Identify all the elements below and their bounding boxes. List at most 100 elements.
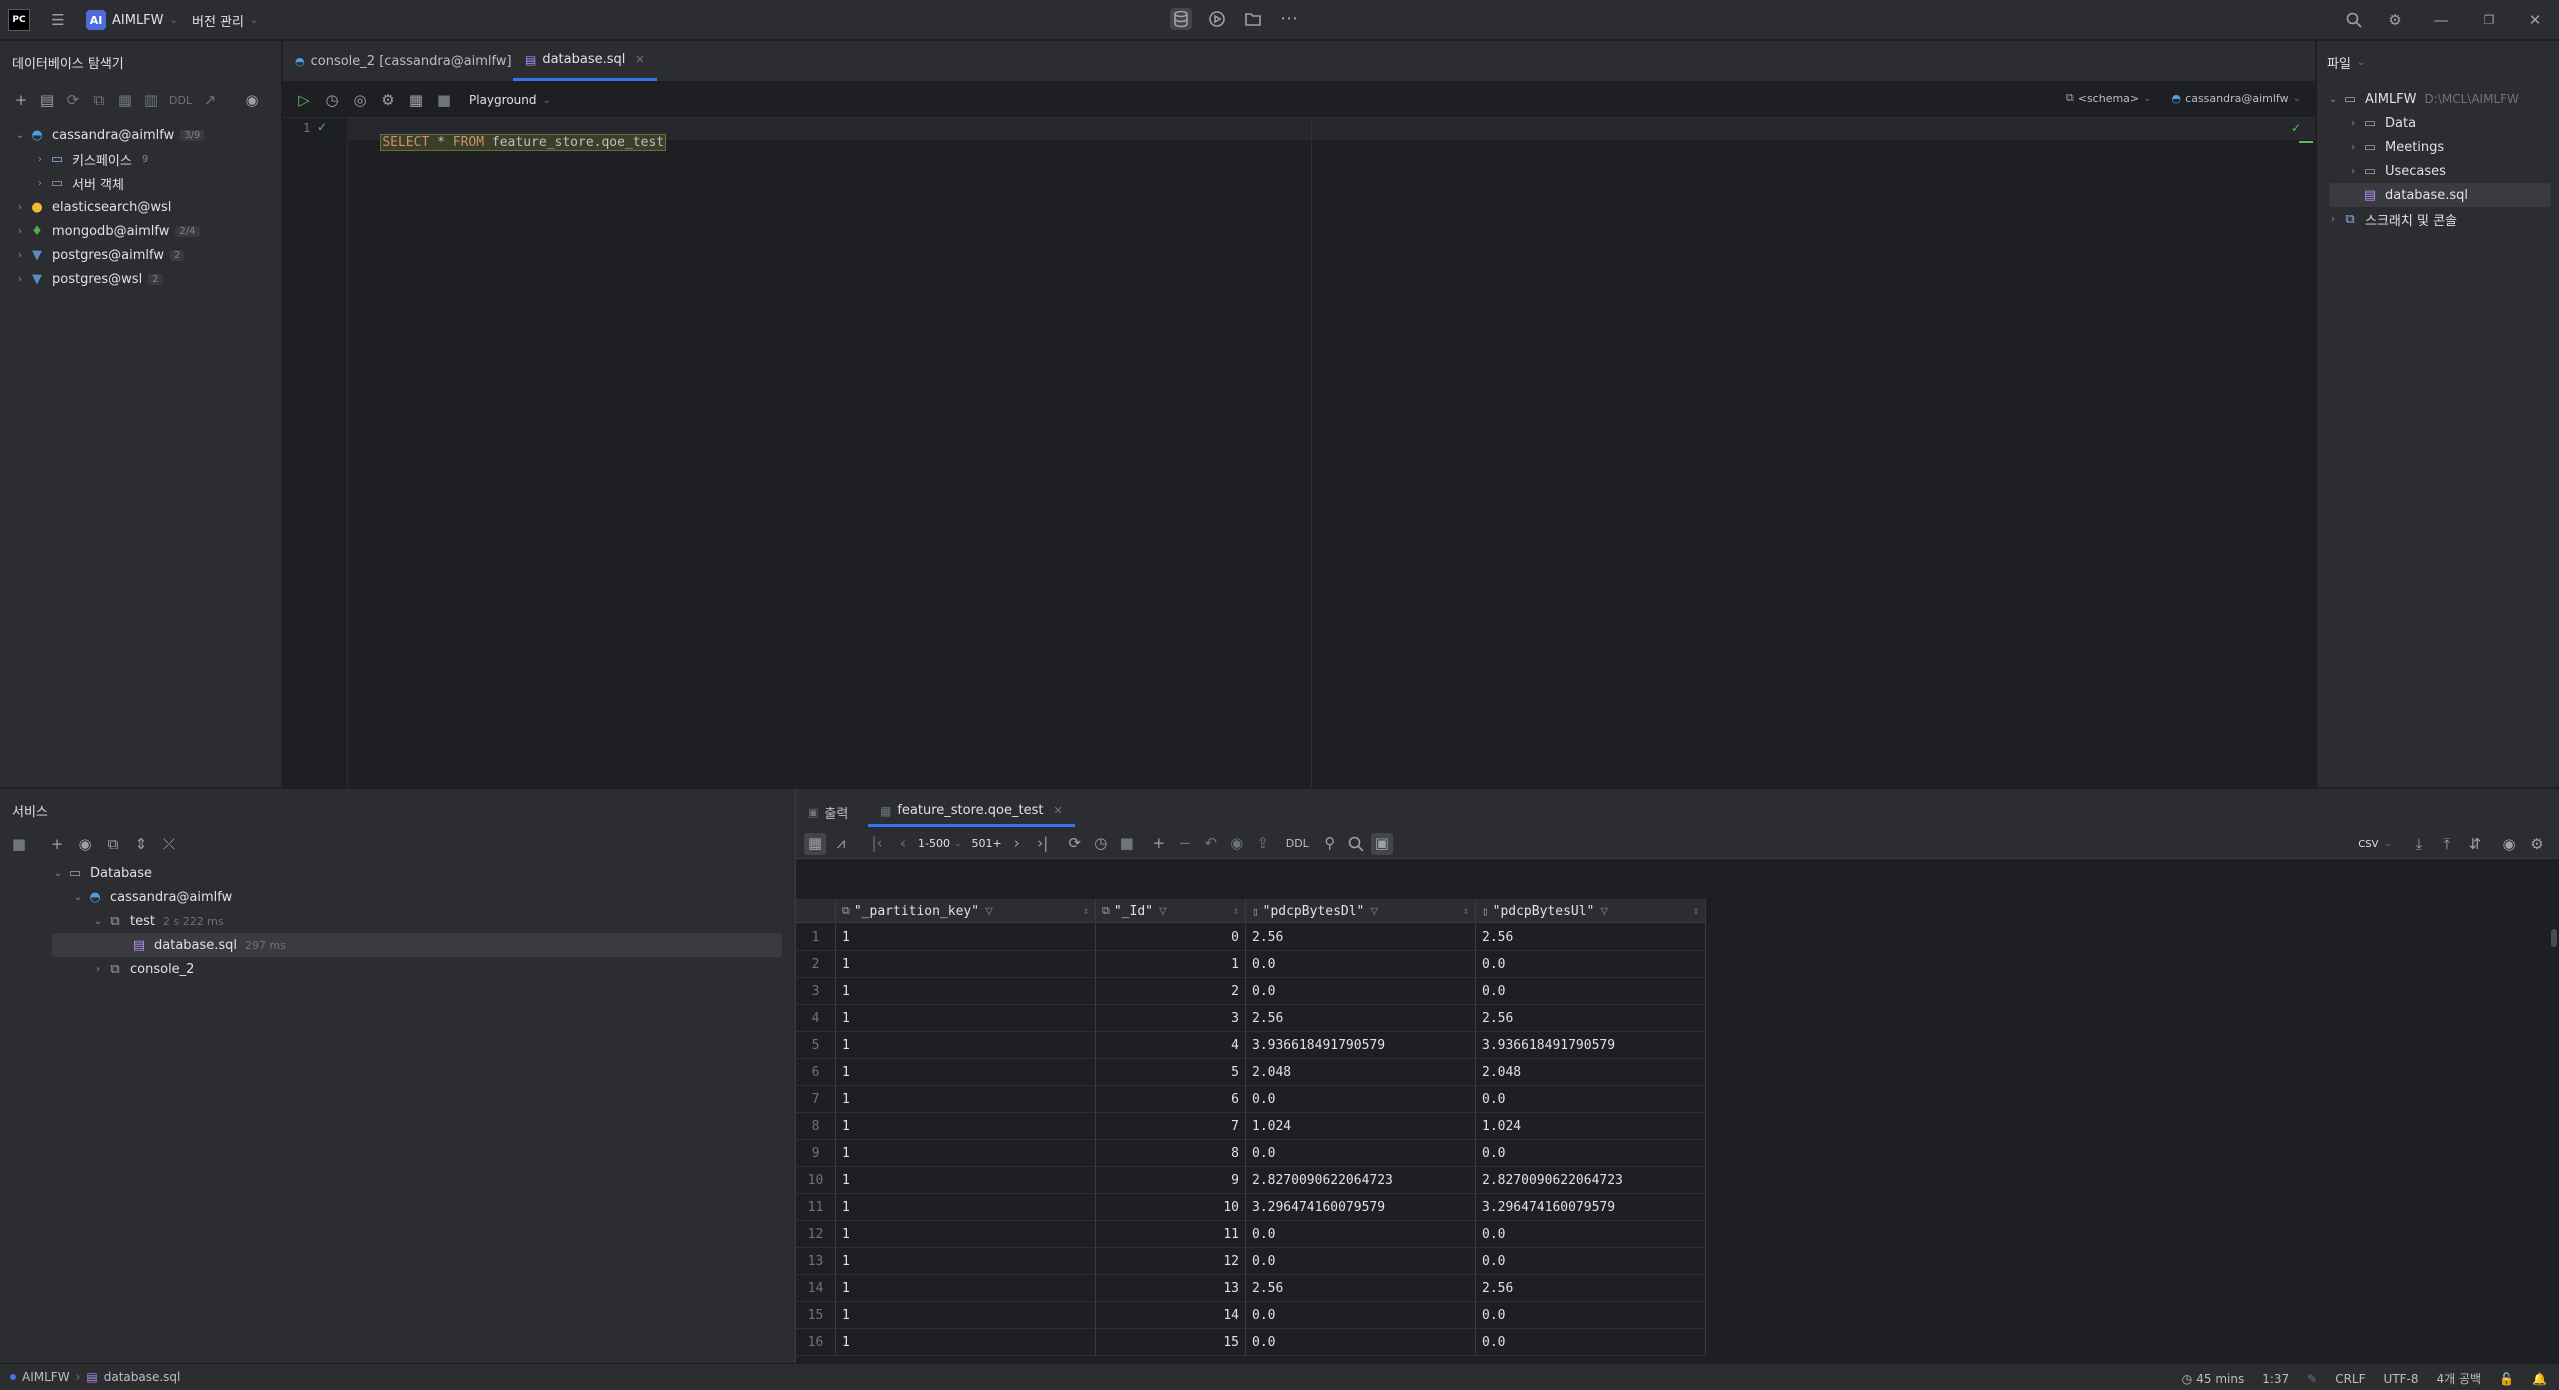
table-cell[interactable]: 1 bbox=[836, 1086, 1096, 1113]
restore-icon[interactable]: ❐ bbox=[2478, 9, 2500, 31]
table-row[interactable]: 9 1 8 0.0 0.0 bbox=[796, 1140, 1706, 1167]
chevron-right-icon[interactable]: › bbox=[12, 250, 28, 261]
tree-item-mongodb[interactable]: › ♦ mongodb@aimlfw 2/4 bbox=[12, 219, 200, 243]
table-cell[interactable]: 2.56 bbox=[1246, 1005, 1476, 1032]
table-cell[interactable]: 1 bbox=[1096, 951, 1246, 978]
breadcrumb-project[interactable]: AIMLFW bbox=[22, 1370, 70, 1384]
table-cell[interactable]: 3.296474160079579 bbox=[1246, 1194, 1476, 1221]
expand-all-icon[interactable]: ⇕ bbox=[130, 833, 152, 855]
sort-icon[interactable]: ⇕ bbox=[1463, 906, 1469, 917]
row-count[interactable]: 501+ bbox=[972, 837, 1002, 850]
table-cell[interactable]: 2.56 bbox=[1476, 924, 1706, 951]
column-header[interactable]: ⧉ "_Id" ▽ ⇕ bbox=[1096, 899, 1246, 923]
table-cell[interactable]: 0.0 bbox=[1246, 1086, 1476, 1113]
table-cell[interactable]: 1 bbox=[836, 1005, 1096, 1032]
prev-page-icon[interactable]: ‹ bbox=[892, 833, 914, 855]
sort-icon[interactable]: ⇕ bbox=[1233, 906, 1239, 917]
table-cell[interactable]: 10 bbox=[1096, 1194, 1246, 1221]
grid-scrollbar[interactable] bbox=[2551, 929, 2557, 947]
table-cell[interactable]: 0.0 bbox=[1476, 1302, 1706, 1329]
grid-icon[interactable]: ▥ bbox=[140, 89, 162, 111]
chevron-right-icon[interactable]: › bbox=[32, 154, 48, 165]
table-cell[interactable]: 0.0 bbox=[1476, 951, 1706, 978]
table-row[interactable]: 13 1 12 0.0 0.0 bbox=[796, 1248, 1706, 1275]
table-cell[interactable]: 0.0 bbox=[1246, 1140, 1476, 1167]
stop-icon[interactable]: ■ bbox=[433, 89, 455, 111]
table-cell[interactable]: 0.0 bbox=[1476, 1140, 1706, 1167]
value-viewer-icon[interactable]: ▣ bbox=[1370, 832, 1393, 855]
minimize-icon[interactable]: — bbox=[2430, 9, 2452, 31]
table-cell[interactable]: 11 bbox=[1096, 1221, 1246, 1248]
chevron-right-icon[interactable]: › bbox=[2325, 214, 2341, 225]
files-panel-header[interactable]: 파일 ⌄ bbox=[2327, 53, 2365, 72]
collapse-all-icon[interactable]: ⤫ bbox=[158, 833, 180, 855]
close-tab-icon[interactable]: ✕ bbox=[635, 53, 644, 66]
chevron-right-icon[interactable]: › bbox=[2345, 118, 2361, 129]
table-cell[interactable]: 5 bbox=[1096, 1059, 1246, 1086]
more-icon[interactable]: ⋯ bbox=[1278, 8, 1300, 30]
table-cell[interactable]: 1.024 bbox=[1246, 1113, 1476, 1140]
submit-icon[interactable]: ⇪ bbox=[1252, 833, 1274, 855]
table-cell[interactable]: 1 bbox=[836, 1113, 1096, 1140]
chevron-down-icon[interactable]: ⌄ bbox=[12, 130, 28, 141]
table-cell[interactable]: 1 bbox=[836, 1059, 1096, 1086]
timer-widget[interactable]: ◷ 45 mins bbox=[2182, 1372, 2244, 1386]
chevron-down-icon[interactable]: ⌄ bbox=[50, 868, 66, 879]
tree-item-elasticsearch[interactable]: › ● elasticsearch@wsl bbox=[12, 195, 171, 219]
table-cell[interactable]: 1 bbox=[836, 1032, 1096, 1059]
table-cell[interactable]: 8 bbox=[1096, 1140, 1246, 1167]
table-cell[interactable]: 1 bbox=[836, 1221, 1096, 1248]
tab-console-2[interactable]: ◓ console_2 [cassandra@aimlfw] bbox=[283, 41, 524, 81]
table-cell[interactable]: 1 bbox=[836, 1275, 1096, 1302]
table-cell[interactable]: 12 bbox=[1096, 1248, 1246, 1275]
table-cell[interactable]: 4 bbox=[1096, 1032, 1246, 1059]
table-row[interactable]: 1 1 0 2.56 2.56 bbox=[796, 924, 1706, 951]
table-cell[interactable]: 0.0 bbox=[1246, 978, 1476, 1005]
table-cell[interactable]: 0.0 bbox=[1246, 1248, 1476, 1275]
table-cell[interactable]: 2.56 bbox=[1476, 1275, 1706, 1302]
chevron-down-icon[interactable]: ⌄ bbox=[2325, 94, 2341, 105]
gear-icon[interactable]: ⚙ bbox=[2526, 833, 2548, 855]
download-icon[interactable]: ⤓ bbox=[2408, 833, 2430, 855]
services-icon[interactable] bbox=[1206, 8, 1228, 30]
chevron-right-icon[interactable]: › bbox=[12, 226, 28, 237]
table-cell[interactable]: 0.0 bbox=[1476, 1248, 1706, 1275]
table-view-icon[interactable]: ▦ bbox=[804, 832, 826, 855]
chevron-down-icon[interactable]: ⌄ bbox=[70, 892, 86, 903]
services-tree-database[interactable]: ⌄ ▭ Database bbox=[50, 861, 152, 885]
table-row[interactable]: 14 1 13 2.56 2.56 bbox=[796, 1275, 1706, 1302]
filter-icon[interactable]: ▽ bbox=[985, 904, 993, 919]
table-cell[interactable]: 1.024 bbox=[1476, 1113, 1706, 1140]
chevron-down-icon[interactable]: ⌄ bbox=[90, 916, 106, 927]
schema-selector[interactable]: ⧉ <schema> ⌄ bbox=[2066, 91, 2152, 105]
refresh-icon[interactable]: ⟳ bbox=[62, 89, 84, 111]
compare-icon[interactable]: ⇵ bbox=[2464, 833, 2486, 855]
remove-row-icon[interactable]: − bbox=[1174, 833, 1196, 855]
ddl-button[interactable]: DDL bbox=[1286, 837, 1309, 850]
tree-item-keyspaces[interactable]: › ▭ 키스페이스 9 bbox=[32, 147, 152, 171]
history-icon[interactable]: ◷ bbox=[1090, 833, 1112, 855]
table-row[interactable]: 12 1 11 0.0 0.0 bbox=[796, 1221, 1706, 1248]
table-cell[interactable]: 0 bbox=[1096, 924, 1246, 951]
add-icon[interactable]: + bbox=[46, 833, 68, 855]
table-cell[interactable]: 6 bbox=[1096, 1086, 1246, 1113]
search-icon[interactable] bbox=[1345, 833, 1367, 855]
datasource-properties-icon[interactable]: ▤ bbox=[36, 89, 58, 111]
sort-icon[interactable]: ⇕ bbox=[1083, 906, 1089, 917]
table-cell[interactable]: 3.936618491790579 bbox=[1476, 1032, 1706, 1059]
close-tab-icon[interactable]: ✕ bbox=[1053, 804, 1062, 817]
table-cell[interactable]: 15 bbox=[1096, 1329, 1246, 1356]
table-row[interactable]: 7 1 6 0.0 0.0 bbox=[796, 1086, 1706, 1113]
table-cell[interactable]: 1 bbox=[836, 924, 1096, 951]
upload-icon[interactable]: ⤒ bbox=[2436, 833, 2458, 855]
eye-icon[interactable]: ◉ bbox=[74, 833, 96, 855]
search-icon[interactable] bbox=[2343, 9, 2365, 31]
table-cell[interactable]: 1 bbox=[836, 1302, 1096, 1329]
table-row[interactable]: 8 1 7 1.024 1.024 bbox=[796, 1113, 1706, 1140]
indent-setting[interactable]: 4개 공백 bbox=[2437, 1370, 2482, 1387]
chevron-right-icon[interactable]: › bbox=[2345, 142, 2361, 153]
line-separator[interactable]: CRLF bbox=[2335, 1372, 2365, 1386]
inspection-icon[interactable]: ✎ bbox=[2307, 1372, 2317, 1386]
chevron-right-icon[interactable]: › bbox=[2345, 166, 2361, 177]
table-row[interactable]: 4 1 3 2.56 2.56 bbox=[796, 1005, 1706, 1032]
